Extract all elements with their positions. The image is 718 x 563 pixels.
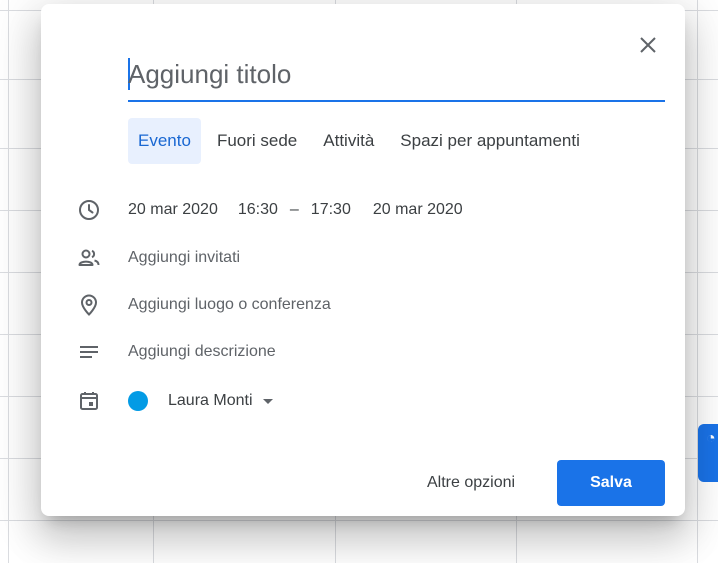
datetime-content: 20 mar 2020 16:30 – 17:30 20 mar 2020 [128, 199, 463, 221]
clock-icon [79, 200, 99, 220]
calendar-owner: Laura Monti [168, 392, 253, 409]
calendar-row: Laura Monti [41, 384, 685, 418]
side-panel-button[interactable]: ◔ [698, 424, 718, 482]
more-options-button[interactable]: Altre opzioni [415, 462, 527, 504]
event-type-tabs: Evento Fuori sede Attività Spazi per app… [128, 118, 590, 164]
location-placeholder[interactable]: Aggiungi luogo o conferenza [128, 296, 331, 314]
side-panel-icon: ◔ [706, 430, 716, 447]
tab-spazi-per-appuntamenti[interactable]: Spazi per appuntamenti [390, 118, 590, 164]
description-placeholder[interactable]: Aggiungi descrizione [128, 343, 276, 361]
start-time[interactable]: 16:30 [238, 199, 278, 221]
datetime-row: 20 mar 2020 16:30 – 17:30 20 mar 2020 [41, 193, 685, 227]
location-pin-icon [80, 294, 98, 316]
time-separator: – [289, 201, 299, 218]
calendar-selector[interactable]: Laura Monti [128, 391, 273, 411]
title-field [128, 52, 665, 102]
guests-placeholder[interactable]: Aggiungi invitati [128, 249, 240, 267]
start-date[interactable]: 20 mar 2020 [128, 199, 218, 221]
guests-content: Aggiungi invitati [128, 249, 240, 267]
title-input[interactable] [128, 54, 658, 94]
notes-icon [80, 346, 98, 358]
end-time[interactable]: 17:30 [311, 199, 351, 221]
tab-evento[interactable]: Evento [128, 118, 201, 164]
description-content: Aggiungi descrizione [128, 343, 276, 361]
end-date[interactable]: 20 mar 2020 [373, 199, 463, 221]
guests-row[interactable]: Aggiungi invitati [41, 241, 685, 275]
calendar-icon [80, 392, 98, 410]
grid-line [0, 520, 718, 521]
tab-fuori-sede[interactable]: Fuori sede [207, 118, 307, 164]
description-row[interactable]: Aggiungi descrizione [41, 335, 685, 369]
dropdown-arrow-icon [262, 398, 273, 404]
event-quick-create-dialog: Evento Fuori sede Attività Spazi per app… [41, 4, 685, 516]
people-icon [78, 249, 100, 266]
tab-attivita[interactable]: Attività [313, 118, 384, 164]
location-row[interactable]: Aggiungi luogo o conferenza [41, 288, 685, 322]
calendar-color-dot [128, 391, 148, 411]
save-button[interactable]: Salva [557, 460, 665, 506]
location-content: Aggiungi luogo o conferenza [128, 296, 331, 314]
grid-line [8, 0, 9, 563]
